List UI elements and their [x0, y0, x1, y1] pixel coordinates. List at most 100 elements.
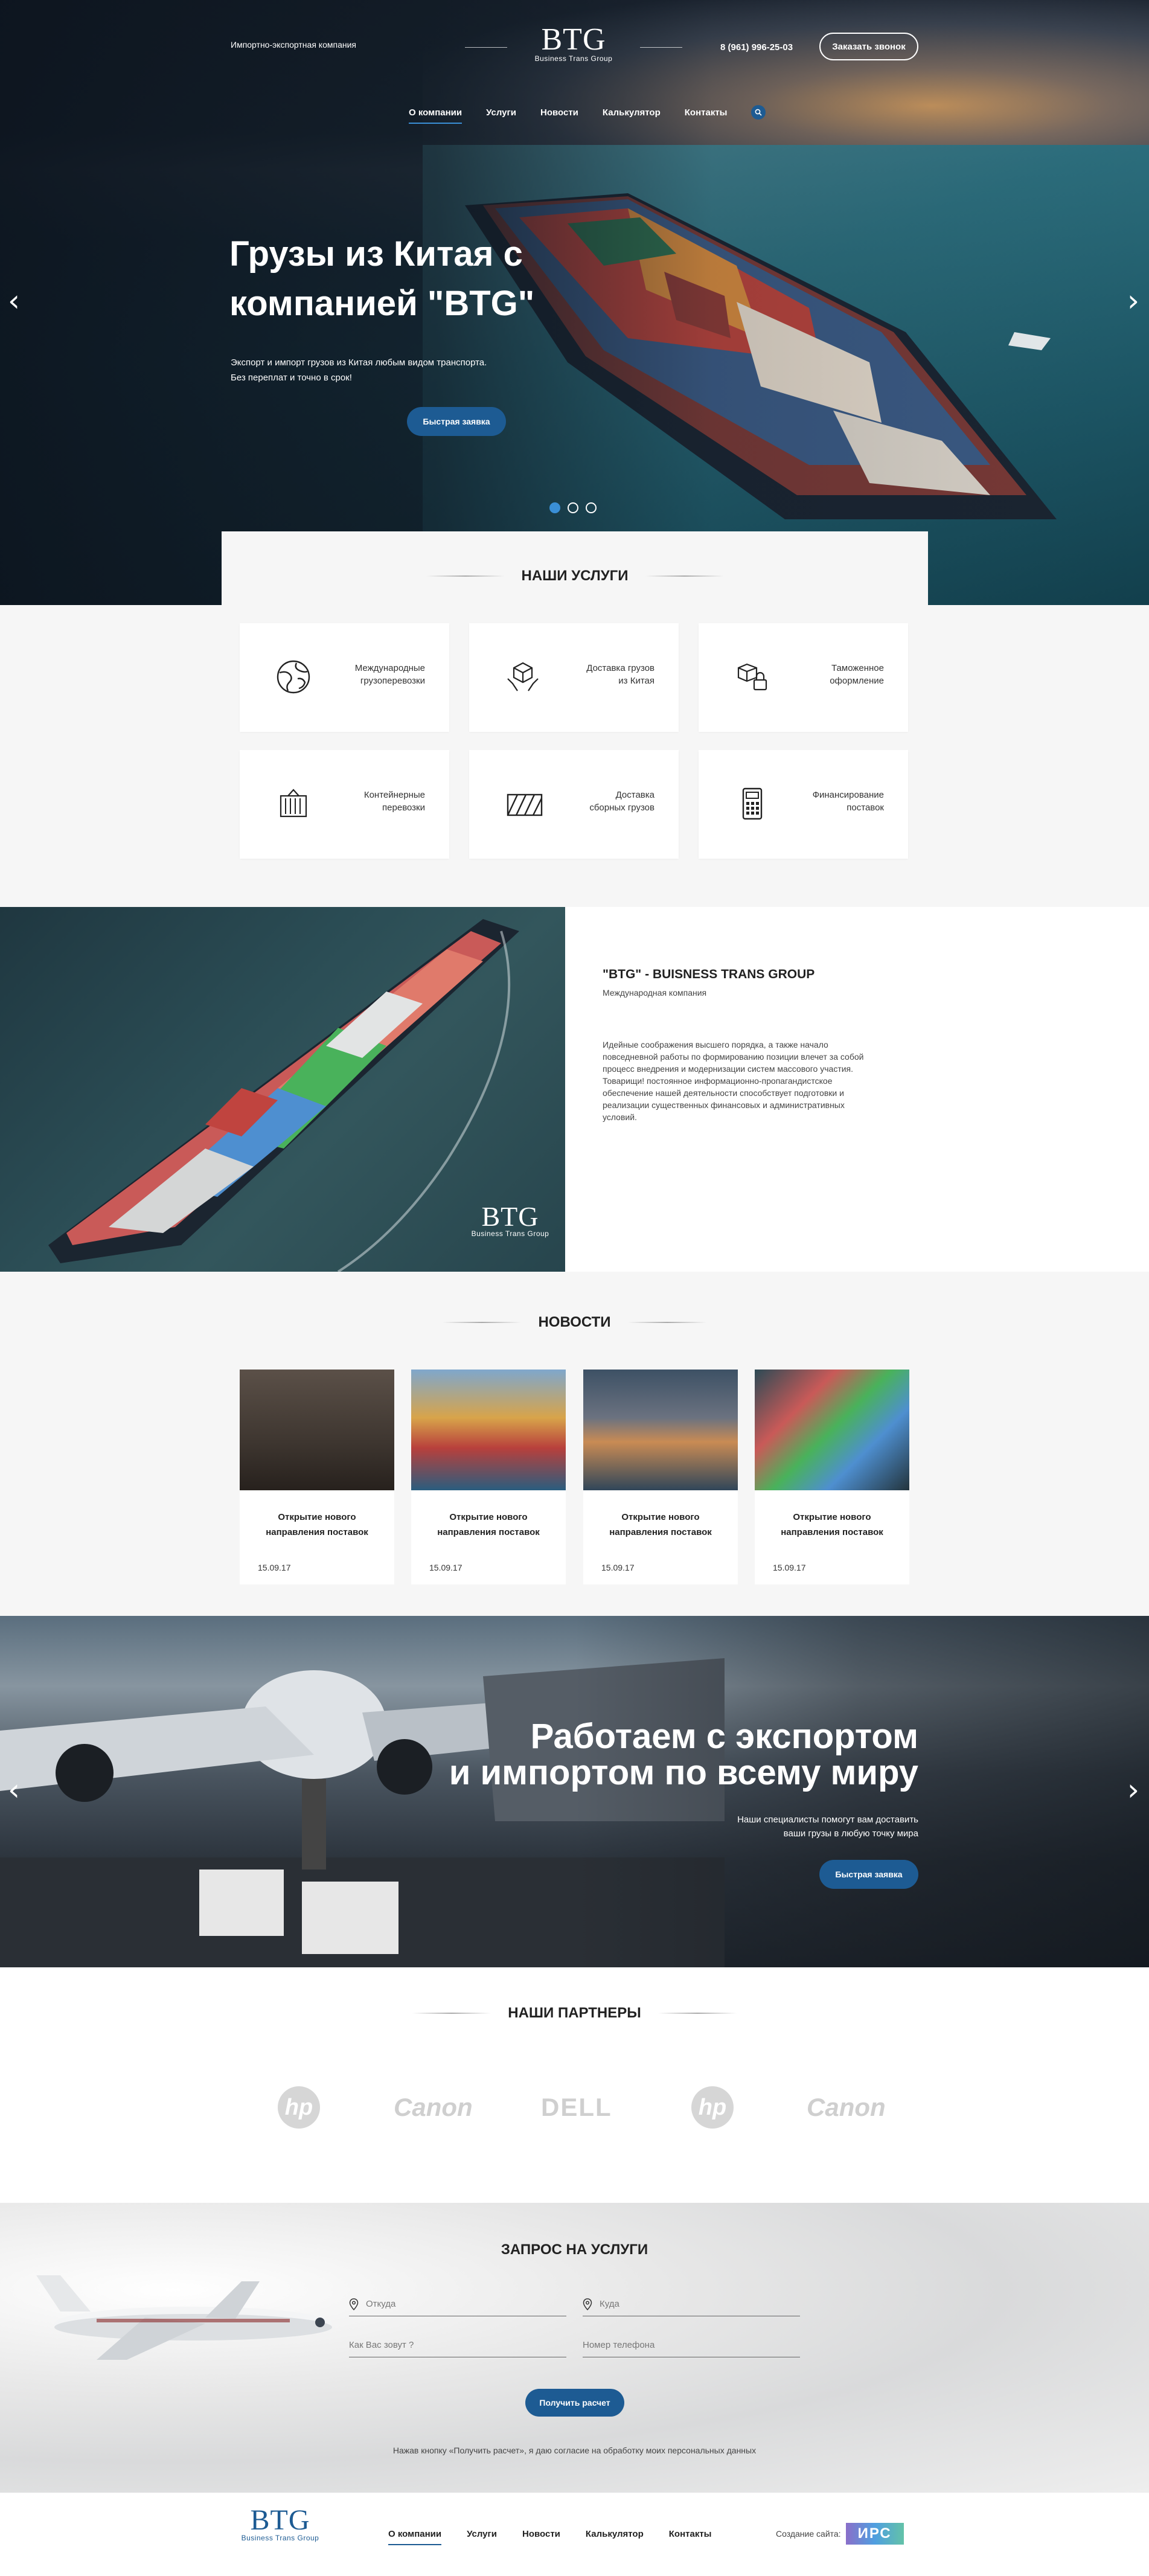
banner-next-arrow[interactable]: › [1123, 1772, 1144, 1808]
site-credit[interactable]: Создание сайта: ИРС [776, 2523, 904, 2545]
location-pin-icon [583, 2298, 592, 2310]
header-tagline: Импортно-экспортная компания [231, 40, 356, 50]
banner-desc-line2: ваши грузы в любую точку мира [783, 1828, 918, 1839]
name-field[interactable]: Как Вас зовут ? [349, 2333, 566, 2357]
footer-nav-services[interactable]: Услуги [467, 2529, 497, 2539]
main-nav: О компании Услуги Новости Калькулятор Ко… [409, 105, 766, 124]
partner-logo-canon[interactable]: Canon [394, 2093, 473, 2122]
phone-field[interactable]: Номер телефона [583, 2333, 800, 2357]
search-icon[interactable] [751, 105, 766, 120]
news-title: Открытие нового направления поставок [781, 1512, 883, 1537]
partner-name: hp [698, 2094, 727, 2120]
service-card-financing[interactable]: Финансирование поставок [699, 750, 908, 859]
about-text: Идейные соображения высшего порядка, а т… [603, 1040, 864, 1122]
footer-logo[interactable]: BTG Business Trans Group [232, 2504, 328, 2543]
service-card-customs[interactable]: Таможенное оформление [699, 623, 908, 732]
service-card-groupage[interactable]: Доставка сборных грузов [469, 750, 679, 859]
news-date: 15.09.17 [601, 1563, 635, 1572]
news-title: Открытие нового направления поставок [609, 1512, 712, 1537]
service-label: Международные грузоперевозки [354, 663, 425, 686]
news-title: Открытие нового направления поставок [437, 1512, 540, 1537]
service-card-containers[interactable]: Контейнерные перевозки [240, 750, 449, 859]
nav-item-calculator[interactable]: Калькулятор [603, 107, 661, 118]
about-image: BTG Business Trans Group [0, 907, 565, 1272]
service-card-international[interactable]: Международные грузоперевозки [240, 623, 449, 732]
header-logo[interactable]: BTG Business Trans Group [519, 24, 628, 63]
about-text-panel: "BTG" - BUISNESS TRANS GROUP Международн… [565, 907, 1149, 1272]
name-placeholder: Как Вас зовут ? [349, 2340, 414, 2350]
cargo-icon [507, 793, 543, 816]
news-photo [583, 1370, 738, 1490]
service-card-china-delivery[interactable]: Доставка грузов из Китая [469, 623, 679, 732]
about-ship-image [48, 919, 519, 1272]
credit-brand-logo: ИРС [845, 2523, 904, 2545]
service-label: Доставка грузов из Китая [586, 663, 655, 686]
about-subtitle: Международная компания [603, 988, 707, 998]
partner-logo-hp[interactable]: hp [278, 2086, 320, 2129]
news-card[interactable]: Открытие нового направления поставок 15.0… [411, 1370, 566, 1584]
nav-item-services[interactable]: Услуги [486, 107, 516, 118]
to-field[interactable]: Куда [583, 2292, 800, 2316]
service-label: Доставка сборных грузов [589, 790, 655, 813]
hero-cta-button[interactable]: Быстрая заявка [407, 407, 506, 436]
footer-nav-about[interactable]: О компании [388, 2529, 442, 2545]
nav-item-contacts[interactable]: Контакты [685, 107, 728, 118]
header-phone[interactable]: 8 (961) 996-25-03 [720, 42, 793, 53]
news-card[interactable]: Открытие нового направления поставок 15.0… [583, 1370, 738, 1584]
hero-desc-line2: Без переплат и точно в срок! [231, 373, 352, 383]
submit-button[interactable]: Получить расчет [525, 2389, 624, 2417]
location-pin-icon [349, 2298, 359, 2310]
hero-title-line1: Грузы из Китая с [229, 234, 523, 274]
news-date: 15.09.17 [429, 1563, 462, 1572]
nav-item-news[interactable]: Новости [540, 107, 578, 118]
globe-icon [277, 660, 310, 694]
footer-nav-calculator[interactable]: Калькулятор [586, 2529, 644, 2539]
consent-text: Нажав кнопку «Получить расчет», я даю со… [392, 2446, 757, 2455]
hero-title-line2: компанией "BTG" [229, 284, 535, 323]
hero-section: Импортно-экспортная компания BTG Busines… [0, 0, 1149, 605]
logo-mark: BTG [541, 22, 606, 57]
hands-box-icon [507, 662, 539, 691]
from-field[interactable]: Откуда [349, 2292, 566, 2316]
banner-prev-arrow[interactable]: ‹ [4, 1772, 24, 1808]
slider-dot-3[interactable] [586, 502, 597, 513]
request-title: ЗАПРОС НА УСЛУГИ [501, 2241, 648, 2258]
slider-prev-arrow[interactable]: ‹ [4, 283, 24, 319]
service-label: Контейнерные перевозки [363, 790, 425, 813]
banner-desc-line1: Наши специалисты помогут вам доставить [737, 1815, 918, 1825]
banner-title-line1: Работаем с экспортом [530, 1717, 918, 1756]
slider-next-arrow[interactable]: › [1123, 283, 1144, 319]
news-photo [240, 1370, 394, 1490]
news-card[interactable]: Открытие нового направления поставок 15.0… [240, 1370, 394, 1584]
footer-nav-contacts[interactable]: Контакты [669, 2529, 712, 2539]
header-line-right [640, 47, 682, 48]
request-section: ЗАПРОС НА УСЛУГИ Откуда Куда Как Вас зов… [0, 2203, 1149, 2493]
about-logo: BTG Business Trans Group [465, 1203, 555, 1238]
banner-title: Работаем с экспортом и импортом по всему… [449, 1719, 918, 1791]
slider-dot-2[interactable] [568, 502, 578, 513]
to-placeholder: Куда [600, 2299, 619, 2309]
slider-dot-1[interactable] [549, 502, 560, 513]
nav-item-about[interactable]: О компании [409, 107, 462, 124]
banner-section: Работаем с экспортом и импортом по всему… [0, 1616, 1149, 1967]
slider-dots [549, 502, 597, 513]
footer: BTG Business Trans Group О компании Услу… [0, 2493, 1149, 2576]
footer-logo-mark: BTG [250, 2504, 310, 2536]
partner-logo-hp-2[interactable]: hp [691, 2086, 734, 2129]
about-title: "BTG" - BUISNESS TRANS GROUP [603, 967, 815, 981]
logo-subtitle: Business Trans Group [534, 54, 613, 63]
news-date: 15.09.17 [773, 1563, 806, 1572]
callback-button[interactable]: Заказать звонок [819, 33, 918, 60]
from-placeholder: Откуда [366, 2299, 396, 2309]
container-icon [280, 789, 307, 818]
partners-title-text: НАШИ ПАРТНЕРЫ [508, 2005, 641, 2021]
partners-section [0, 1967, 1149, 2203]
banner-cta-button[interactable]: Быстрая заявка [819, 1860, 918, 1889]
service-label: Финансирование поставок [812, 790, 884, 813]
credit-label: Создание сайта: [776, 2529, 841, 2539]
footer-nav-news[interactable]: Новости [522, 2529, 560, 2539]
news-card[interactable]: Открытие нового направления поставок 15.0… [755, 1370, 909, 1584]
partner-logo-canon-2[interactable]: Canon [807, 2093, 886, 2122]
services-title-text: НАШИ УСЛУГИ [521, 568, 629, 584]
partner-logo-dell[interactable]: DELL [541, 2093, 612, 2122]
